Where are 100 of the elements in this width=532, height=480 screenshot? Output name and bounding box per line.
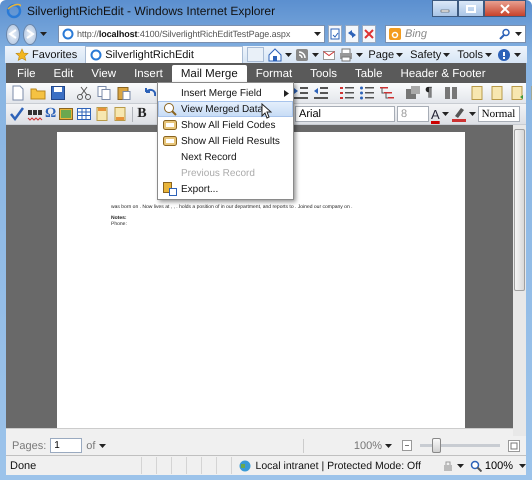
refresh-button[interactable]	[345, 25, 359, 43]
bulleted-list-button[interactable]	[358, 84, 376, 102]
history-caret-icon[interactable]	[40, 31, 47, 37]
style-field[interactable]: Normal	[478, 106, 520, 122]
menu-item[interactable]: Header & Footer	[392, 65, 495, 83]
menu-option[interactable]: Show All Field Codes	[158, 117, 293, 133]
menu-item[interactable]: Tools	[301, 65, 346, 83]
command-menu[interactable]: Page	[366, 48, 406, 60]
caret-icon[interactable]	[443, 52, 450, 58]
highlight-icon	[450, 106, 467, 122]
page-icon	[62, 28, 74, 40]
numbered-list-button[interactable]	[338, 84, 356, 102]
minimize-button[interactable]	[432, 0, 458, 17]
compatibility-button[interactable]	[328, 25, 342, 43]
favorites-button[interactable]: Favorites	[11, 48, 82, 62]
zoom-dropdown[interactable]: 100%	[302, 438, 398, 452]
stop-icon	[363, 28, 375, 40]
menu-option[interactable]: Next Record	[158, 149, 293, 165]
menu-item[interactable]: Table	[346, 65, 392, 83]
caret-icon[interactable]	[312, 52, 320, 58]
magnifier-icon	[162, 101, 178, 117]
caret-icon[interactable]	[285, 52, 292, 58]
outdent-button[interactable]	[312, 84, 330, 102]
menu-item[interactable]: Format	[246, 65, 302, 83]
caret-icon[interactable]	[396, 52, 404, 58]
slider-thumb[interactable]	[432, 438, 441, 453]
menu-option[interactable]: Show All Field Results	[158, 133, 293, 149]
search-input[interactable]: Bing	[405, 28, 495, 40]
star-icon	[15, 48, 29, 62]
close-button[interactable]	[484, 0, 526, 17]
menu-option[interactable]: Insert Merge Field	[158, 85, 293, 101]
export-icon	[162, 181, 178, 197]
print-icon[interactable]	[339, 48, 354, 62]
picture-button[interactable]	[58, 106, 74, 122]
caret-icon[interactable]	[468, 111, 476, 117]
menu-item[interactable]: File	[8, 65, 45, 83]
security-zone-text: Local intranet | Protected Mode: Off	[255, 460, 421, 472]
caret-icon[interactable]	[485, 52, 492, 58]
font-field[interactable]: Arial	[295, 106, 395, 122]
globe-icon	[238, 458, 252, 472]
zoom-in-icon[interactable]	[508, 440, 520, 452]
menu-item[interactable]: Edit	[44, 65, 82, 83]
refresh-icon	[346, 28, 358, 40]
save-icon	[50, 85, 66, 101]
status-text: Done	[9, 460, 38, 472]
bold-button[interactable]: B	[137, 106, 147, 122]
caret-icon[interactable]	[356, 52, 364, 58]
search-field[interactable]: Bing	[385, 25, 526, 43]
cut-button[interactable]	[75, 84, 93, 102]
caret-icon[interactable]	[519, 462, 526, 468]
menu-item[interactable]: Insert	[125, 65, 172, 83]
save-button[interactable]	[49, 84, 67, 102]
caret-icon[interactable]	[385, 442, 392, 448]
maximize-button[interactable]	[458, 0, 484, 17]
page-input[interactable]: 1	[50, 438, 82, 453]
browser-icon	[6, 3, 22, 19]
indent-icon	[293, 85, 309, 101]
paste-button[interactable]	[115, 84, 133, 102]
stop-button[interactable]	[362, 25, 376, 43]
command-menu[interactable]: Tools	[455, 48, 494, 60]
bulleted-list-icon	[359, 85, 375, 101]
command-menu[interactable]: Safety	[408, 48, 452, 60]
copy-button[interactable]	[95, 84, 113, 102]
symbol-button[interactable]: Ω	[45, 106, 56, 122]
forward-button[interactable]	[23, 24, 37, 44]
address-field[interactable]: http://localhost:4100/SilverlightRichEditTestPage.aspx	[58, 25, 325, 43]
back-button[interactable]	[6, 24, 20, 44]
zoom-out-icon[interactable]	[402, 440, 412, 451]
new-document-icon	[10, 85, 26, 101]
font-color-button[interactable]: A	[431, 106, 440, 122]
vertical-scrollbar[interactable]	[513, 125, 526, 436]
compatibility-icon	[329, 28, 341, 40]
formatting-marks-button[interactable]: ¶	[424, 84, 434, 102]
caret-icon[interactable]	[515, 31, 522, 37]
caret-icon[interactable]	[456, 462, 464, 468]
search-provider-icon	[389, 28, 401, 40]
check-button[interactable]	[9, 106, 25, 122]
field-results-icon	[162, 133, 178, 149]
page-zoom-button[interactable]: 100%	[464, 460, 519, 472]
check-icon	[9, 106, 25, 122]
caret-icon[interactable]	[99, 442, 106, 448]
table-icon	[76, 106, 92, 122]
table-button[interactable]	[76, 106, 92, 122]
indent-button[interactable]	[292, 84, 310, 102]
menu-option[interactable]: Export...	[158, 181, 293, 197]
caret-icon[interactable]	[442, 111, 449, 117]
mouse-pointer-icon	[261, 103, 272, 119]
home-icon[interactable]	[268, 48, 282, 62]
highlight-button[interactable]	[450, 106, 467, 122]
horizontal-scrollbar[interactable]	[6, 428, 513, 436]
search-icon	[499, 28, 511, 40]
window-title: SilverlightRichEdit - Windows Internet Explorer	[27, 4, 276, 18]
field-codes-icon	[162, 117, 178, 133]
menu-item[interactable]: View	[82, 65, 126, 83]
copy-icon	[96, 85, 112, 101]
caret-icon[interactable]	[514, 52, 521, 58]
footer-icon	[112, 106, 128, 122]
browser-tab[interactable]: SilverlightRichEdit	[85, 46, 243, 63]
caret-icon[interactable]	[314, 31, 321, 37]
menu-item[interactable]: Mail Merge	[172, 65, 247, 83]
